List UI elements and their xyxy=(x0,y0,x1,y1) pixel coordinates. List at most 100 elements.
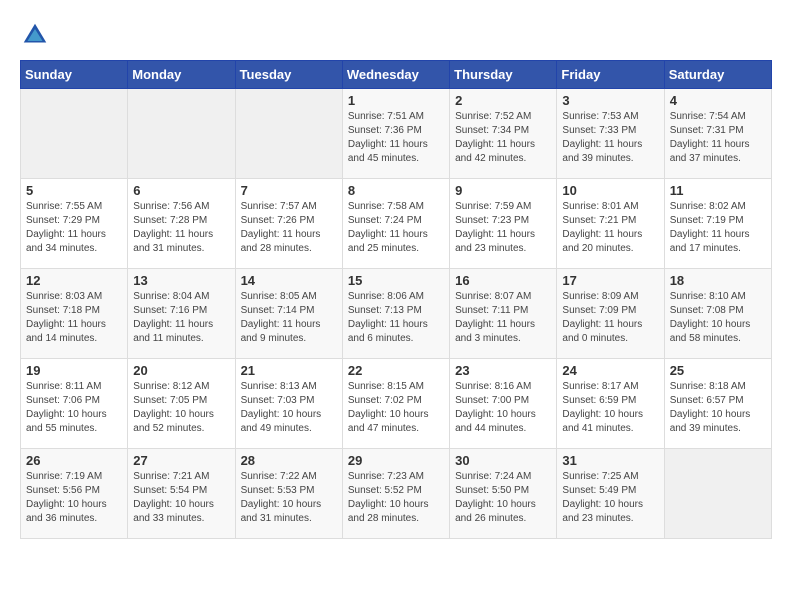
calendar-cell xyxy=(664,449,771,539)
day-info: Sunrise: 7:56 AM Sunset: 7:28 PM Dayligh… xyxy=(133,200,229,256)
day-info: Sunrise: 7:52 AM Sunset: 7:34 PM Dayligh… xyxy=(455,110,551,166)
day-number: 18 xyxy=(670,273,766,288)
day-number: 21 xyxy=(241,363,337,378)
day-info: Sunrise: 7:55 AM Sunset: 7:29 PM Dayligh… xyxy=(26,200,122,256)
calendar-cell: 4 Sunrise: 7:54 AM Sunset: 7:31 PM Daylig… xyxy=(664,89,771,179)
calendar-cell: 28 Sunrise: 7:22 AM Sunset: 5:53 PM Dayli… xyxy=(235,449,342,539)
calendar-cell: 10 Sunrise: 8:01 AM Sunset: 7:21 PM Dayli… xyxy=(557,179,664,269)
header-thursday: Thursday xyxy=(450,61,557,89)
day-info: Sunrise: 7:53 AM Sunset: 7:33 PM Dayligh… xyxy=(562,110,658,166)
calendar-cell: 12 Sunrise: 8:03 AM Sunset: 7:18 PM Dayli… xyxy=(21,269,128,359)
day-number: 31 xyxy=(562,453,658,468)
day-number: 25 xyxy=(670,363,766,378)
day-number: 23 xyxy=(455,363,551,378)
calendar-cell: 19Sunrise: 8:11 AM Sunset: 7:06 PM Dayli… xyxy=(21,359,128,449)
calendar-cell: 22 Sunrise: 8:15 AM Sunset: 7:02 PM Dayli… xyxy=(342,359,449,449)
calendar-week-3: 12 Sunrise: 8:03 AM Sunset: 7:18 PM Dayli… xyxy=(21,269,772,359)
logo xyxy=(20,20,56,50)
calendar-cell: 16 Sunrise: 8:07 AM Sunset: 7:11 PM Dayli… xyxy=(450,269,557,359)
calendar-cell: 11 Sunrise: 8:02 AM Sunset: 7:19 PM Dayli… xyxy=(664,179,771,269)
day-number: 26 xyxy=(26,453,122,468)
day-info: Sunrise: 8:03 AM Sunset: 7:18 PM Dayligh… xyxy=(26,290,122,346)
day-info: Sunrise: 7:22 AM Sunset: 5:53 PM Dayligh… xyxy=(241,470,337,526)
day-info: Sunrise: 7:51 AM Sunset: 7:36 PM Dayligh… xyxy=(348,110,444,166)
day-number: 19 xyxy=(26,363,122,378)
day-number: 14 xyxy=(241,273,337,288)
header-sunday: Sunday xyxy=(21,61,128,89)
day-number: 29 xyxy=(348,453,444,468)
day-number: 15 xyxy=(348,273,444,288)
day-info: Sunrise: 8:13 AM Sunset: 7:03 PM Dayligh… xyxy=(241,380,337,436)
calendar-cell: 29 Sunrise: 7:23 AM Sunset: 5:52 PM Dayli… xyxy=(342,449,449,539)
day-info: Sunrise: 8:15 AM Sunset: 7:02 PM Dayligh… xyxy=(348,380,444,436)
calendar-cell xyxy=(235,89,342,179)
header-wednesday: Wednesday xyxy=(342,61,449,89)
day-info: Sunrise: 7:23 AM Sunset: 5:52 PM Dayligh… xyxy=(348,470,444,526)
day-info: Sunrise: 7:24 AM Sunset: 5:50 PM Dayligh… xyxy=(455,470,551,526)
calendar-week-5: 26 Sunrise: 7:19 AM Sunset: 5:56 PM Dayli… xyxy=(21,449,772,539)
header-friday: Friday xyxy=(557,61,664,89)
calendar-cell: 24 Sunrise: 8:17 AM Sunset: 6:59 PM Dayli… xyxy=(557,359,664,449)
day-number: 4 xyxy=(670,93,766,108)
calendar-cell: 23 Sunrise: 8:16 AM Sunset: 7:00 PM Dayli… xyxy=(450,359,557,449)
day-number: 22 xyxy=(348,363,444,378)
calendar-cell: 27 Sunrise: 7:21 AM Sunset: 5:54 PM Dayli… xyxy=(128,449,235,539)
calendar-cell: 25 Sunrise: 8:18 AM Sunset: 6:57 PM Dayli… xyxy=(664,359,771,449)
day-info: Sunrise: 8:12 AM Sunset: 7:05 PM Dayligh… xyxy=(133,380,229,436)
day-number: 20 xyxy=(133,363,229,378)
day-number: 10 xyxy=(562,183,658,198)
day-info: Sunrise: 8:16 AM Sunset: 7:00 PM Dayligh… xyxy=(455,380,551,436)
day-number: 11 xyxy=(670,183,766,198)
day-number: 24 xyxy=(562,363,658,378)
calendar-cell: 2 Sunrise: 7:52 AM Sunset: 7:34 PM Daylig… xyxy=(450,89,557,179)
calendar-cell: 26 Sunrise: 7:19 AM Sunset: 5:56 PM Dayli… xyxy=(21,449,128,539)
day-info: Sunrise: 8:18 AM Sunset: 6:57 PM Dayligh… xyxy=(670,380,766,436)
header-tuesday: Tuesday xyxy=(235,61,342,89)
day-number: 2 xyxy=(455,93,551,108)
day-info: Sunrise: 8:01 AM Sunset: 7:21 PM Dayligh… xyxy=(562,200,658,256)
day-number: 17 xyxy=(562,273,658,288)
day-number: 5 xyxy=(26,183,122,198)
calendar-cell: 20 Sunrise: 8:12 AM Sunset: 7:05 PM Dayli… xyxy=(128,359,235,449)
day-info: Sunrise: 7:59 AM Sunset: 7:23 PM Dayligh… xyxy=(455,200,551,256)
day-info: Sunrise: 7:19 AM Sunset: 5:56 PM Dayligh… xyxy=(26,470,122,526)
calendar-cell: 14 Sunrise: 8:05 AM Sunset: 7:14 PM Dayli… xyxy=(235,269,342,359)
calendar-cell: 21 Sunrise: 8:13 AM Sunset: 7:03 PM Dayli… xyxy=(235,359,342,449)
day-info: Sunrise: 8:09 AM Sunset: 7:09 PM Dayligh… xyxy=(562,290,658,346)
day-info: Sunrise: 8:05 AM Sunset: 7:14 PM Dayligh… xyxy=(241,290,337,346)
calendar-cell xyxy=(21,89,128,179)
day-info: Sunrise: 8:07 AM Sunset: 7:11 PM Dayligh… xyxy=(455,290,551,346)
day-info: Sunrise: 8:17 AM Sunset: 6:59 PM Dayligh… xyxy=(562,380,658,436)
calendar-table: SundayMondayTuesdayWednesdayThursdayFrid… xyxy=(20,60,772,539)
day-info: Sunrise: 7:57 AM Sunset: 7:26 PM Dayligh… xyxy=(241,200,337,256)
header-saturday: Saturday xyxy=(664,61,771,89)
day-number: 1 xyxy=(348,93,444,108)
calendar-cell: 31Sunrise: 7:25 AM Sunset: 5:49 PM Dayli… xyxy=(557,449,664,539)
day-info: Sunrise: 7:21 AM Sunset: 5:54 PM Dayligh… xyxy=(133,470,229,526)
day-number: 6 xyxy=(133,183,229,198)
header-monday: Monday xyxy=(128,61,235,89)
calendar-cell: 8Sunrise: 7:58 AM Sunset: 7:24 PM Daylig… xyxy=(342,179,449,269)
calendar-cell: 30Sunrise: 7:24 AM Sunset: 5:50 PM Dayli… xyxy=(450,449,557,539)
calendar-cell: 17 Sunrise: 8:09 AM Sunset: 7:09 PM Dayli… xyxy=(557,269,664,359)
calendar-cell: 6 Sunrise: 7:56 AM Sunset: 7:28 PM Daylig… xyxy=(128,179,235,269)
calendar-week-2: 5 Sunrise: 7:55 AM Sunset: 7:29 PM Daylig… xyxy=(21,179,772,269)
day-number: 28 xyxy=(241,453,337,468)
calendar-week-4: 19Sunrise: 8:11 AM Sunset: 7:06 PM Dayli… xyxy=(21,359,772,449)
day-number: 27 xyxy=(133,453,229,468)
calendar-cell: 18 Sunrise: 8:10 AM Sunset: 7:08 PM Dayli… xyxy=(664,269,771,359)
day-number: 16 xyxy=(455,273,551,288)
day-number: 7 xyxy=(241,183,337,198)
day-info: Sunrise: 7:54 AM Sunset: 7:31 PM Dayligh… xyxy=(670,110,766,166)
day-info: Sunrise: 8:06 AM Sunset: 7:13 PM Dayligh… xyxy=(348,290,444,346)
day-number: 8 xyxy=(348,183,444,198)
day-number: 12 xyxy=(26,273,122,288)
day-info: Sunrise: 8:02 AM Sunset: 7:19 PM Dayligh… xyxy=(670,200,766,256)
calendar-week-1: 1 Sunrise: 7:51 AM Sunset: 7:36 PM Daylig… xyxy=(21,89,772,179)
calendar-header-row: SundayMondayTuesdayWednesdayThursdayFrid… xyxy=(21,61,772,89)
calendar-cell: 15 Sunrise: 8:06 AM Sunset: 7:13 PM Dayli… xyxy=(342,269,449,359)
day-info: Sunrise: 8:10 AM Sunset: 7:08 PM Dayligh… xyxy=(670,290,766,346)
calendar-cell: 13Sunrise: 8:04 AM Sunset: 7:16 PM Dayli… xyxy=(128,269,235,359)
calendar-cell: 5 Sunrise: 7:55 AM Sunset: 7:29 PM Daylig… xyxy=(21,179,128,269)
calendar-cell: 1 Sunrise: 7:51 AM Sunset: 7:36 PM Daylig… xyxy=(342,89,449,179)
